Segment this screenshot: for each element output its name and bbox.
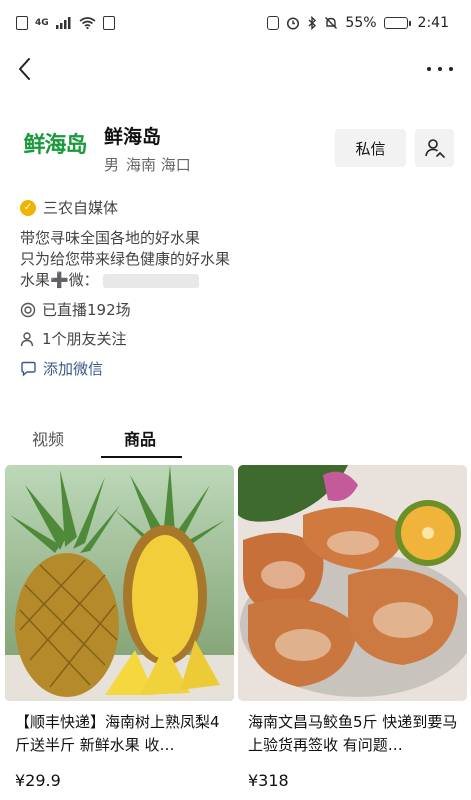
mute-bell-icon bbox=[324, 16, 338, 30]
chat-bubble-icon bbox=[21, 361, 36, 377]
wifi-icon bbox=[79, 17, 96, 29]
nfc-icon bbox=[267, 16, 280, 30]
status-right: 55% 2:41 bbox=[267, 15, 449, 31]
battery-icon bbox=[383, 17, 411, 29]
message-button[interactable]: 私信 bbox=[335, 129, 406, 167]
avatar[interactable]: 鲜海岛 bbox=[19, 116, 91, 170]
content-tabs: 视频 商品 bbox=[0, 426, 471, 460]
product-title: 海南文昌马鲛鱼5斤 快递到要马上验货再签收 有问题… bbox=[248, 713, 458, 754]
product-price: ¥318 bbox=[248, 771, 289, 790]
product-card[interactable]: 【顺丰快递】海南树上熟凤梨4斤送半斤 新鲜水果 收… ¥29.9 bbox=[5, 465, 234, 795]
verify-label: 三农自媒体 bbox=[43, 199, 119, 217]
bluetooth-icon bbox=[307, 16, 317, 30]
live-broadcast-icon bbox=[20, 302, 36, 317]
bio-line: 水果➕微： bbox=[20, 270, 230, 291]
profile-name: 鲜海岛 bbox=[104, 126, 162, 148]
bio-line: 带您寻味全国各地的好水果 bbox=[20, 229, 201, 247]
alarm-icon bbox=[286, 16, 300, 30]
tab-video[interactable]: 视频 bbox=[32, 426, 64, 460]
battery-percent: 55% bbox=[345, 15, 377, 31]
friends-follow-row[interactable]: 1个朋友关注 bbox=[20, 328, 127, 349]
back-arrow-icon bbox=[19, 58, 30, 80]
tab-goods[interactable]: 商品 bbox=[124, 426, 156, 460]
product-image-fish bbox=[238, 465, 467, 701]
profile-gender: 男 bbox=[104, 156, 120, 174]
avatar-logo: 鲜海岛 bbox=[23, 133, 87, 158]
status-bar: 4G 55% 2:41 bbox=[0, 0, 471, 46]
sim-card-icon bbox=[16, 16, 28, 30]
follow-button[interactable] bbox=[415, 129, 454, 167]
bio: 带您寻味全国各地的好水果 只为给您带来绿色健康的好水果 水果➕微： bbox=[20, 228, 230, 291]
active-tab-indicator bbox=[101, 456, 182, 458]
profile-location: 海南 海口 bbox=[126, 156, 191, 174]
nav-bar bbox=[0, 50, 471, 88]
add-follow-icon bbox=[424, 139, 445, 158]
verify-row: ✓ 三农自媒体 bbox=[20, 197, 118, 218]
add-wechat-row[interactable]: 添加微信 bbox=[20, 358, 103, 379]
product-card[interactable]: 海南文昌马鲛鱼5斤 快递到要马上验货再签收 有问题… ¥318 bbox=[238, 465, 467, 795]
clock: 2:41 bbox=[417, 15, 449, 31]
more-button[interactable] bbox=[427, 56, 453, 82]
product-title: 【顺丰快递】海南树上熟凤梨4斤送半斤 新鲜水果 收… bbox=[15, 713, 220, 754]
profile-meta: 男 海南 海口 bbox=[104, 154, 191, 175]
bio-line: 只为给您带来绿色健康的好水果 bbox=[20, 250, 231, 268]
product-image-pineapple bbox=[5, 465, 234, 701]
back-button[interactable] bbox=[14, 54, 38, 84]
blurred-contact bbox=[102, 273, 199, 288]
add-wechat-link: 添加微信 bbox=[43, 360, 104, 378]
status-left: 4G bbox=[16, 16, 115, 30]
friends-follow: 1个朋友关注 bbox=[42, 330, 127, 348]
live-count: 已直播192场 bbox=[42, 301, 131, 319]
signal-icon bbox=[55, 17, 72, 29]
bio-contact-label: 水果➕微： bbox=[20, 271, 99, 289]
notification-icon bbox=[102, 16, 115, 30]
product-price: ¥29.9 bbox=[15, 771, 61, 790]
live-count-row: 已直播192场 bbox=[20, 299, 131, 320]
more-dots-icon bbox=[427, 67, 431, 71]
verified-badge-icon: ✓ bbox=[20, 199, 36, 216]
network-type-label: 4G bbox=[35, 17, 49, 28]
person-icon bbox=[20, 331, 34, 346]
